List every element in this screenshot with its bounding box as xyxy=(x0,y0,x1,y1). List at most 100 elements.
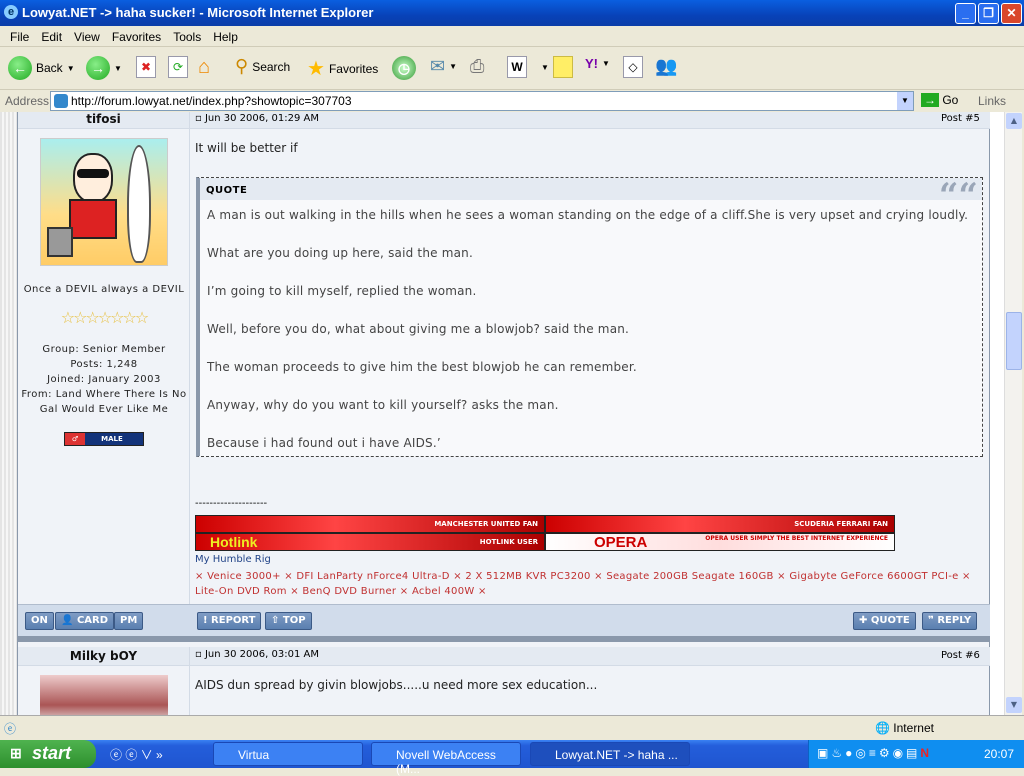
start-button[interactable]: ⊞ start xyxy=(0,740,96,768)
quote-line: What are you doing up here, said the man… xyxy=(207,246,474,260)
quote-line: Well, before you do, what about giving m… xyxy=(207,322,630,336)
menu-help[interactable]: Help xyxy=(213,30,238,44)
banner-opera: OPERA OPERA USER SIMPLY THE BEST INTERNET… xyxy=(545,533,895,551)
rating-stars: ☆☆☆☆☆☆☆ xyxy=(60,308,149,327)
taskbar: ⊞ start ⓔ ⓔ ∨ » Virtua Novell WebAccess (… xyxy=(0,740,1024,776)
post-date: ▫ Jun 30 2006, 01:29 AM xyxy=(195,113,319,124)
card-button[interactable]: 👤 CARD xyxy=(55,612,115,630)
title-bar: e Lowyat.NET -> haha sucker! - Microsoft… xyxy=(0,0,1024,26)
mail-icon[interactable]: ✉ xyxy=(430,56,445,77)
ie-icon: e xyxy=(4,5,18,19)
status-bar: ⓔ 🌐 Internet xyxy=(0,715,1024,740)
male-icon: ♂ xyxy=(65,433,85,445)
address-label: Address xyxy=(5,94,50,108)
signature-divider: -------------------- xyxy=(195,498,268,509)
links-button[interactable]: Links xyxy=(978,94,1006,108)
toolbar: ← Back ▼ → ▼ ✖ ⟳ ⌂ ⚲ Search ★ Favorites ◷ ✉ ▼ … xyxy=(0,48,1024,90)
rig-title: My Humble Rig xyxy=(195,554,271,565)
quick-launch[interactable]: ⓔ ⓔ ∨ » xyxy=(110,746,163,763)
menu-file[interactable]: File xyxy=(10,30,29,44)
post-buttons: ON 👤 CARD PM ! REPORT ⇧ TOP ✚ QUOTE ❞ RE… xyxy=(18,604,990,636)
gender-badge: ♂ MALE xyxy=(64,432,144,446)
home-icon[interactable]: ⌂ xyxy=(198,56,210,79)
menu-bar: File Edit View Favorites Tools Help xyxy=(0,26,1024,47)
reply-button[interactable]: ❞ REPLY xyxy=(922,612,978,630)
globe-icon: 🌐 xyxy=(875,721,890,735)
quote-line: Anyway, why do you want to kill yourself… xyxy=(207,398,559,412)
page-content: tifosi Once a DEVIL always a DEVIL ☆☆☆☆☆… xyxy=(0,112,1004,715)
banner-man-utd: MANCHESTER UNITED FAN xyxy=(195,515,545,533)
rig-specs: × Venice 3000+ × DFI LanParty nForce4 Ul… xyxy=(195,571,971,597)
task-virtua[interactable]: Virtua xyxy=(213,742,363,766)
yahoo-icon[interactable]: Y! xyxy=(585,56,598,71)
banner-ferrari: SCUDERIA FERRARI FAN xyxy=(545,515,895,533)
edit-word-icon[interactable]: W xyxy=(507,56,527,78)
top-button[interactable]: ⇧ TOP xyxy=(265,612,312,630)
menu-edit[interactable]: Edit xyxy=(41,30,62,44)
scroll-down-button[interactable]: ▼ xyxy=(1006,697,1022,713)
history-icon[interactable]: ◷ xyxy=(392,56,416,80)
note-icon[interactable] xyxy=(553,56,573,78)
search-button[interactable]: ⚲ Search xyxy=(235,56,290,77)
member-joined: Joined: January 2003 xyxy=(47,374,161,385)
post-text: It will be better if xyxy=(195,141,298,155)
post-number[interactable]: Post #5 xyxy=(941,113,980,124)
back-button[interactable]: ← Back ▼ xyxy=(8,56,75,80)
quote-mark-icon: ““ xyxy=(938,176,978,216)
close-button[interactable]: ✕ xyxy=(1001,3,1022,24)
post-date: ▫ Jun 30 2006, 03:01 AM xyxy=(195,649,319,660)
go-button[interactable]: → Go xyxy=(921,93,958,107)
back-arrow-icon: ← xyxy=(8,56,32,80)
quote-box: QUOTE ““ A man is out walking in the hil… xyxy=(196,176,983,457)
post-author-column: tifosi Once a DEVIL always a DEVIL ☆☆☆☆☆… xyxy=(18,112,190,604)
quote-button[interactable]: ✚ QUOTE xyxy=(853,612,916,630)
zone-indicator: 🌐 Internet xyxy=(875,721,934,735)
quote-line: The woman proceeds to give him the best … xyxy=(207,360,637,374)
search-icon: ⚲ xyxy=(235,56,249,76)
username[interactable]: tifosi xyxy=(18,112,189,126)
address-bar: Address http://forum.lowyat.net/index.ph… xyxy=(0,90,1024,112)
member-from: From: Land Where There Is No Gal Would E… xyxy=(21,389,187,415)
address-dropdown[interactable]: ▼ xyxy=(897,92,913,110)
favorites-button[interactable]: ★ Favorites xyxy=(307,56,378,81)
page-icon xyxy=(54,94,68,108)
pm-button[interactable]: PM xyxy=(114,612,144,630)
menu-tools[interactable]: Tools xyxy=(173,30,201,44)
quote-line: A man is out walking in the hills when h… xyxy=(207,208,969,222)
menu-favorites[interactable]: Favorites xyxy=(112,30,161,44)
quote-line: I’m going to kill myself, replied the wo… xyxy=(207,284,477,298)
system-tray: ▣♨●◎≡⚙◉▤N 20:07 xyxy=(808,740,1024,768)
address-input[interactable]: http://forum.lowyat.net/index.php?showto… xyxy=(50,91,914,111)
minimize-button[interactable]: _ xyxy=(955,3,976,24)
member-group: Group: Senior Member xyxy=(42,344,166,355)
window-title: Lowyat.NET -> haha sucker! - Microsoft I… xyxy=(22,5,374,20)
quote-line: Because i had found out i have AIDS.’ xyxy=(207,436,441,450)
scroll-up-button[interactable]: ▲ xyxy=(1006,113,1022,129)
left-frame xyxy=(0,112,18,715)
forward-button[interactable]: → ▼ xyxy=(86,56,122,80)
post-author-column: Milky bOY xyxy=(18,647,190,715)
menu-view[interactable]: View xyxy=(74,30,100,44)
refresh-icon[interactable]: ⟳ xyxy=(168,56,188,78)
report-button[interactable]: ! REPORT xyxy=(197,612,262,630)
tray-icons[interactable]: ▣♨●◎≡⚙◉▤N xyxy=(817,746,932,760)
username[interactable]: Milky bOY xyxy=(18,647,189,663)
scroll-thumb[interactable] xyxy=(1006,312,1022,370)
messenger-icon[interactable]: 👥 xyxy=(655,56,677,77)
task-lowyat[interactable]: Lowyat.NET -> haha ... xyxy=(530,742,690,766)
print-icon[interactable]: ⎙ xyxy=(470,56,484,77)
task-novell[interactable]: Novell WebAccess (M... xyxy=(371,742,521,776)
avatar xyxy=(40,138,168,266)
windows-logo-icon: ⊞ xyxy=(10,745,22,761)
post-text: AIDS dun spread by givin blowjobs.....u … xyxy=(195,678,598,692)
forward-arrow-icon: → xyxy=(86,56,110,80)
code-icon[interactable]: ◇ xyxy=(623,56,643,78)
vertical-scrollbar[interactable]: ▲ ▼ xyxy=(1004,112,1022,715)
maximize-button[interactable]: ❐ xyxy=(978,3,999,24)
star-icon: ★ xyxy=(307,58,325,80)
forum-posts: tifosi Once a DEVIL always a DEVIL ☆☆☆☆☆… xyxy=(18,112,990,715)
post-number[interactable]: Post #6 xyxy=(941,650,980,661)
stop-icon[interactable]: ✖ xyxy=(136,56,156,78)
member-posts: Posts: 1,248 xyxy=(70,359,138,370)
online-button[interactable]: ON xyxy=(25,612,54,630)
